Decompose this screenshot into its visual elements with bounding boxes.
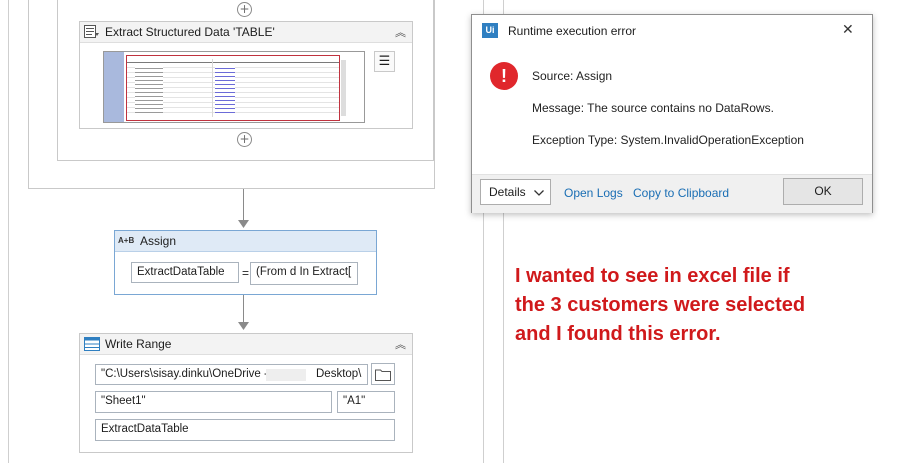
hamburger-menu-icon: ☰: [378, 54, 391, 69]
canvas-border-line: [8, 0, 9, 463]
extract-activity-title: Extract Structured Data 'TABLE': [105, 25, 275, 39]
assign-activity-title: Assign: [140, 234, 177, 248]
assign-activity-header[interactable]: A+B Assign: [115, 231, 376, 252]
preview-sheet: [126, 55, 340, 121]
flow-connector: [243, 294, 244, 323]
add-activity-icon[interactable]: +: [237, 132, 252, 147]
assign-to-field[interactable]: ExtractDataTable: [131, 262, 239, 283]
flow-connector: [243, 189, 244, 222]
collapse-chevron-icon[interactable]: ︽: [395, 336, 406, 352]
dialog-title: Runtime execution error: [508, 24, 637, 38]
assign-icon: A+B: [118, 236, 135, 245]
browse-folder-button[interactable]: [371, 363, 395, 385]
arrow-down-icon: [238, 322, 249, 330]
arrow-down-icon: [238, 220, 249, 228]
error-source: Source: Assign: [532, 69, 613, 83]
details-dropdown[interactable]: Details: [480, 179, 551, 205]
error-icon: !: [490, 62, 518, 90]
workbook-path-text: "C:\Users\sisay.dinku\OneDrive -: [101, 368, 268, 380]
options-menu-button[interactable]: ☰: [374, 51, 395, 72]
workbook-path-suffix: Desktop\: [316, 368, 362, 380]
dialog-footer: Details Open Logs Copy to Clipboard OK: [472, 174, 872, 213]
start-cell-field[interactable]: "A1": [337, 391, 395, 413]
write-range-icon: [84, 337, 100, 351]
workbook-path-field[interactable]: "C:\Users\sisay.dinku\OneDrive - Desktop…: [95, 364, 368, 385]
uipath-logo-icon: Ui: [482, 23, 498, 38]
annotation-text: I wanted to see in excel file if the 3 c…: [515, 265, 806, 345]
open-logs-link[interactable]: Open Logs: [564, 186, 623, 200]
add-activity-icon[interactable]: +: [237, 2, 252, 17]
extract-activity-header[interactable]: Extract Structured Data 'TABLE' ︽: [80, 22, 412, 43]
details-label: Details: [489, 185, 526, 199]
ok-label: OK: [814, 184, 832, 198]
runtime-error-dialog: Ui Runtime execution error ✕ ! Source: A…: [471, 14, 873, 213]
assign-equals-sign: =: [242, 266, 250, 280]
error-message: Message: The source contains no DataRows…: [532, 101, 774, 115]
assign-value-field[interactable]: (From d In Extract[: [250, 262, 358, 285]
folder-icon: [375, 369, 391, 381]
preview-scrollbar: [341, 60, 346, 116]
copy-to-clipboard-link[interactable]: Copy to Clipboard: [633, 186, 729, 200]
sheet-name-field[interactable]: "Sheet1": [95, 391, 332, 413]
extraction-preview-image: [103, 51, 365, 123]
collapse-chevron-icon[interactable]: ︽: [395, 24, 406, 40]
write-range-title: Write Range: [105, 337, 172, 351]
extract-data-icon: [84, 25, 99, 38]
ok-button[interactable]: OK: [783, 178, 863, 205]
write-range-header[interactable]: Write Range ︽: [80, 334, 412, 355]
redaction-blur: [266, 369, 306, 381]
dialog-title-bar: Ui Runtime execution error ✕: [472, 15, 872, 45]
close-icon[interactable]: ✕: [842, 22, 854, 38]
preview-sidebar: [104, 52, 124, 122]
error-exception-type: Exception Type: System.InvalidOperationE…: [532, 133, 804, 147]
datatable-field[interactable]: ExtractDataTable: [95, 419, 395, 441]
chevron-down-icon: [534, 190, 544, 196]
